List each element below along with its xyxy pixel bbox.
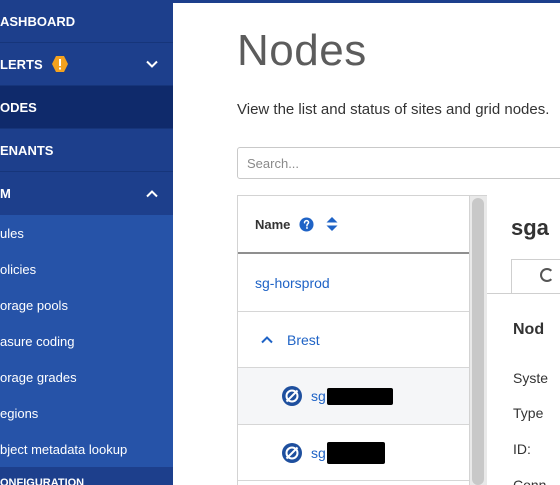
sidebar-subitem-label: bject metadata lookup	[0, 441, 128, 457]
detail-section-title: Nod	[513, 321, 545, 338]
sidebar-item-label: ODES	[0, 99, 37, 115]
search-input[interactable]	[237, 147, 560, 179]
sidebar-subitem-label: orage pools	[0, 297, 68, 313]
sidebar-item-configuration[interactable]: ONFIGURATION	[0, 467, 173, 485]
node-tree: Name sg-horsprod Brest sg sg	[237, 195, 470, 485]
sort-icon[interactable]	[326, 217, 338, 231]
chevron-up-icon[interactable]	[145, 187, 159, 201]
tree-row-grid[interactable]: sg-horsprod	[238, 254, 469, 312]
tree-header: Name	[238, 196, 469, 254]
detail-pane: sga Nod Syste Type ID: Conn	[487, 195, 560, 485]
sidebar-subitem-storage-pools[interactable]: orage pools	[0, 287, 173, 323]
tab-overview[interactable]	[511, 259, 560, 293]
sidebar-item-tenants[interactable]: ENANTS	[0, 129, 173, 172]
column-header-name: Name	[255, 216, 291, 232]
sidebar-subitem-object-metadata-lookup[interactable]: bject metadata lookup	[0, 431, 173, 467]
tree-row-node[interactable]: sg	[238, 368, 469, 425]
sidebar-item-label: ENANTS	[0, 142, 54, 158]
sidebar-subitem-label: asure coding	[0, 333, 75, 349]
page-description: View the list and status of sites and gr…	[237, 101, 550, 118]
sidebar-item-dashboard[interactable]: ASHBOARD	[0, 0, 173, 43]
tab-icon	[540, 268, 554, 282]
redaction	[326, 441, 385, 464]
sidebar-subitem-rules[interactable]: ules	[0, 215, 173, 251]
grid-link[interactable]: sg-horsprod	[255, 275, 330, 291]
sidebar-item-label: M	[0, 186, 11, 201]
node-link[interactable]: sg	[311, 388, 326, 404]
node-status-icon	[282, 386, 302, 406]
sidebar-subitem-storage-grades[interactable]: orage grades	[0, 359, 173, 395]
top-bar	[173, 0, 560, 3]
sidebar-subitem-label: olicies	[0, 261, 37, 277]
sidebar-item-ilm[interactable]: M	[0, 172, 173, 215]
sidebar-item-label: LERTS	[0, 56, 43, 72]
sidebar-subitem-label: ules	[0, 225, 24, 241]
sidebar-subitem-policies[interactable]: olicies	[0, 251, 173, 287]
tab-divider	[487, 293, 560, 294]
sidebar-subitem-label: egions	[0, 405, 39, 421]
tree-row-site[interactable]: Brest	[238, 312, 469, 368]
detail-field-id: ID:	[513, 441, 531, 457]
tree-scrollbar[interactable]	[472, 198, 484, 485]
warning-icon	[51, 55, 69, 73]
site-link[interactable]: Brest	[287, 332, 320, 348]
sidebar-item-label: ASHBOARD	[0, 13, 76, 29]
sidebar-item-label: ONFIGURATION	[0, 477, 85, 485]
page-title: Nodes	[237, 26, 367, 75]
sidebar-subitem-erasure-coding[interactable]: asure coding	[0, 323, 173, 359]
sidebar-subitem-regions[interactable]: egions	[0, 395, 173, 431]
chevron-down-icon[interactable]	[145, 57, 159, 71]
detail-field-system: Syste	[513, 370, 549, 386]
tree-row-node[interactable]: sg	[238, 425, 469, 481]
detail-field-connection: Conn	[513, 477, 547, 485]
sidebar-item-nodes[interactable]: ODES	[0, 86, 173, 129]
help-icon[interactable]	[299, 216, 314, 232]
sidebar: ASHBOARD LERTS ODES ENANTS M ules olicie…	[0, 0, 173, 485]
node-status-icon	[282, 442, 302, 463]
detail-title: sga	[511, 215, 549, 240]
redaction	[326, 387, 393, 405]
sidebar-subitem-label: orage grades	[0, 369, 77, 385]
detail-field-type: Type	[513, 405, 544, 421]
node-link[interactable]: sg	[311, 445, 326, 461]
sidebar-item-alerts[interactable]: LERTS	[0, 43, 173, 86]
chevron-up-icon[interactable]	[260, 333, 274, 347]
